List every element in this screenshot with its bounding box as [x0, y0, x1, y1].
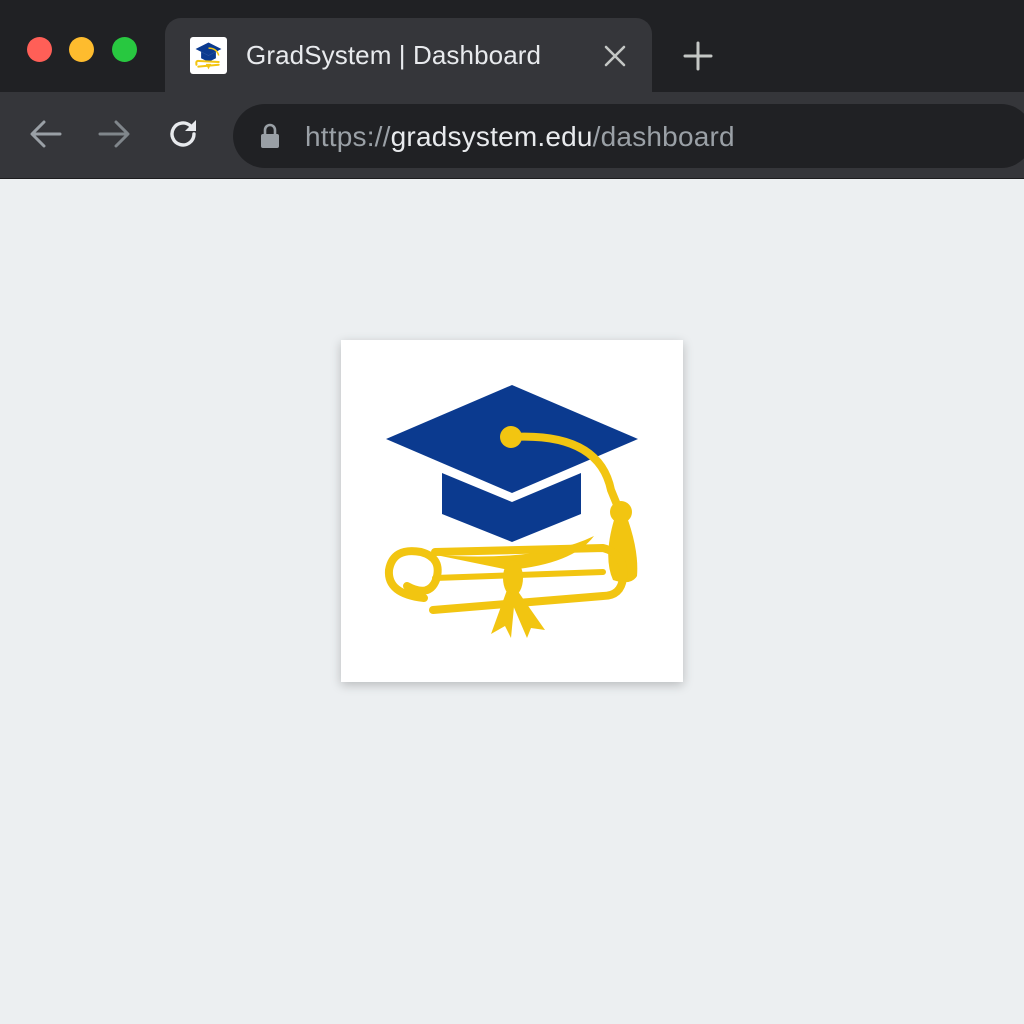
arrow-left-icon[interactable]	[28, 116, 64, 152]
graduation-cap-diploma-logo	[341, 340, 683, 682]
graduation-cap-favicon-icon	[190, 37, 227, 74]
close-icon[interactable]	[601, 42, 629, 70]
url-scheme: https://	[305, 121, 391, 152]
page-content	[0, 179, 1024, 1024]
tab-title: GradSystem | Dashboard	[246, 40, 542, 70]
browser-toolbar: https://gradsystem.edu/dashboard	[0, 92, 1024, 179]
address-bar[interactable]: https://gradsystem.edu/dashboard	[233, 104, 1024, 168]
browser-window: GradSystem | Dashboard https://gradsyste…	[0, 0, 1024, 1024]
window-zoom-button[interactable]	[112, 37, 137, 62]
url-host: gradsystem.edu	[390, 121, 593, 152]
lock-icon[interactable]	[259, 123, 281, 149]
window-close-button[interactable]	[27, 37, 52, 62]
reload-icon[interactable]	[165, 116, 201, 152]
url-text[interactable]: https://gradsystem.edu/dashboard	[305, 121, 735, 153]
window-minimize-button[interactable]	[69, 37, 94, 62]
plus-icon[interactable]	[682, 40, 714, 72]
tab-strip: GradSystem | Dashboard	[0, 0, 1024, 94]
active-tab[interactable]: GradSystem | Dashboard	[165, 18, 652, 94]
url-path: /dashboard	[592, 121, 735, 152]
arrow-right-icon[interactable]	[96, 116, 132, 152]
